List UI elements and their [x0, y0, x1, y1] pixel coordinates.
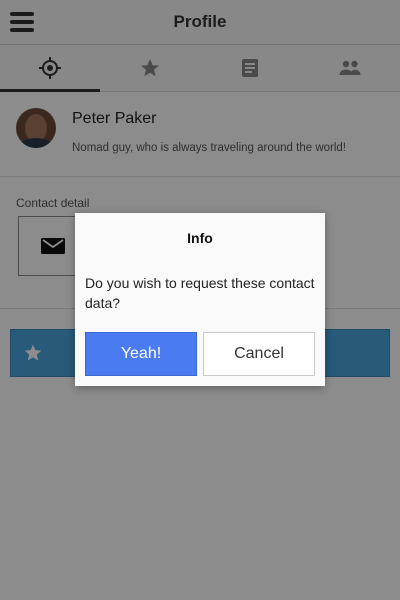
info-dialog: Info Do you wish to request these contac…: [75, 213, 325, 386]
confirm-button[interactable]: Yeah!: [85, 332, 197, 376]
profile-screen: Profile Peter Paker Nomad guy, who is al…: [0, 0, 400, 600]
cancel-button[interactable]: Cancel: [203, 332, 315, 376]
dialog-message: Do you wish to request these contact dat…: [85, 275, 315, 311]
dialog-title: Info: [187, 230, 213, 246]
